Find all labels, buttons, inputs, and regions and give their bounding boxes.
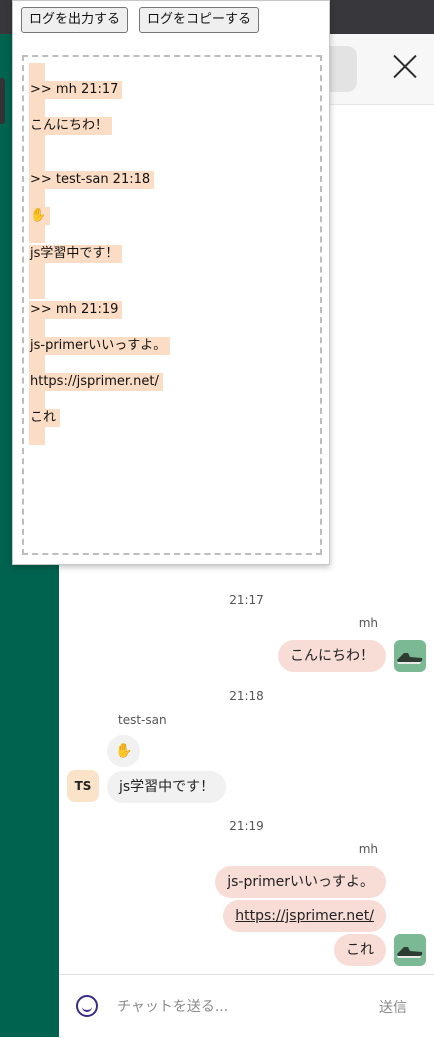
timestamp: 21:18 — [229, 689, 264, 703]
chat-input[interactable] — [115, 989, 359, 1025]
avatar[interactable] — [394, 934, 426, 966]
smiley-icon[interactable] — [76, 995, 98, 1017]
timestamp: 21:19 — [229, 819, 264, 833]
message-link[interactable]: https://jsprimer.net/ — [223, 900, 386, 932]
log-blank — [29, 319, 45, 337]
message-bubble: これ — [334, 934, 386, 966]
log-blank — [29, 99, 45, 117]
log-line: js学習中です！ — [29, 245, 123, 263]
log-blank — [29, 63, 45, 81]
log-line: これ — [29, 409, 61, 427]
sender-name: mh — [358, 842, 378, 856]
avatar[interactable]: TS — [67, 770, 99, 802]
log-line: こんにちわ！ — [29, 117, 113, 135]
log-blank — [29, 189, 45, 207]
shoe-icon — [397, 653, 423, 664]
timestamp: 21:17 — [229, 593, 264, 607]
log-blank — [29, 225, 45, 243]
log-blank — [29, 427, 45, 445]
log-blank — [29, 355, 45, 373]
message-bubble: こんにちわ！ — [278, 640, 386, 672]
log-line: ✋ — [29, 207, 51, 225]
log-line: https://jsprimer.net/ — [29, 373, 163, 391]
log-blank — [29, 391, 45, 409]
export-log-button[interactable]: ログを出力する — [21, 7, 129, 33]
sender-name: test-san — [118, 713, 167, 727]
log-line: >> test-san 21:18 — [29, 171, 155, 189]
message-bubble: js学習中です！ — [107, 771, 227, 803]
log-text-area[interactable]: >> mh 21:17 こんにちわ！ >> test-san 21:18 ✋ j… — [22, 55, 322, 555]
log-blank — [29, 135, 45, 153]
log-blank — [29, 153, 45, 171]
log-blank — [29, 263, 45, 281]
log-blank — [29, 281, 45, 299]
shoe-icon — [397, 947, 423, 958]
sender-name: mh — [358, 616, 378, 630]
send-button[interactable]: 送信 — [379, 997, 407, 1017]
log-line: >> mh 21:19 — [29, 301, 123, 319]
message-bubble: js-primerいいっすよ。 — [215, 866, 386, 898]
log-line: >> mh 21:17 — [29, 81, 123, 99]
copy-log-button[interactable]: ログをコピーする — [139, 7, 260, 33]
composer: 送信 — [59, 974, 434, 1038]
avatar[interactable] — [394, 640, 426, 672]
log-popup: ログを出力する ログをコピーする >> mh 21:17 こんにちわ！ >> t… — [12, 0, 330, 565]
sidebar-tab[interactable] — [0, 78, 5, 124]
message-bubble: ✋ — [107, 735, 141, 767]
log-line: js-primerいいっすよ。 — [29, 337, 171, 355]
close-icon[interactable] — [389, 52, 421, 84]
